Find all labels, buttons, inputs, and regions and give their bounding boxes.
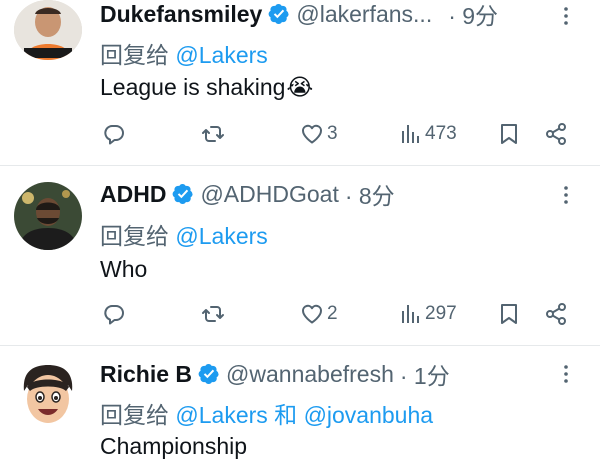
bookmark-icon (497, 122, 521, 146)
reply-context: 回复给 @Lakers 和 @jovanbuha (100, 396, 433, 430)
views-count: 297 (425, 303, 457, 324)
timestamp[interactable]: · 9分 (448, 0, 498, 31)
more-options-icon[interactable] (554, 362, 578, 386)
timestamp[interactable]: · 8分 (345, 177, 395, 211)
mention-joiner: 和 (274, 402, 298, 428)
tweet-text: Championship (100, 433, 247, 460)
reply-context: 回复给 @Lakers (100, 217, 268, 251)
like-count: 2 (327, 303, 338, 324)
like-icon (300, 122, 324, 146)
tweet-text-body: League is shaking (100, 74, 286, 100)
more-options-icon[interactable] (554, 4, 578, 28)
like-button[interactable]: 3 (300, 119, 338, 149)
views-count: 473 (425, 123, 457, 144)
more-options-icon[interactable] (554, 183, 578, 207)
avatar-image (14, 0, 82, 60)
reply-icon (102, 122, 126, 146)
tweet-text-body: Championship (100, 433, 248, 459)
reply-prefix: 回复给 (100, 402, 169, 428)
reply-icon (102, 302, 126, 326)
reply-prefix: 回复给 (100, 223, 169, 249)
share-button[interactable] (544, 299, 568, 329)
like-button[interactable]: 2 (300, 299, 338, 329)
avatar-image (14, 361, 82, 429)
tweet-item[interactable]: ADHD @ADHDGoat · 8分 回复给 @Lakers Who 2 29… (0, 166, 600, 346)
display-name[interactable]: Richie B (100, 361, 192, 388)
handle[interactable]: @ADHDGoat (200, 181, 338, 208)
action-bar: 3 473 (100, 119, 580, 149)
reply-context: 回复给 @Lakers (100, 36, 268, 70)
avatar[interactable] (14, 0, 82, 60)
mention-link[interactable]: @Lakers (175, 402, 267, 428)
reply-button[interactable] (102, 119, 126, 149)
mention-link[interactable]: @Lakers (175, 223, 267, 249)
retweet-button[interactable] (201, 299, 225, 329)
retweet-button[interactable] (201, 119, 225, 149)
views-button[interactable]: 297 (398, 299, 457, 329)
share-icon (544, 122, 568, 146)
mention-link[interactable]: @jovanbuha (304, 402, 434, 428)
verified-badge-icon (198, 363, 220, 385)
avatar-image (14, 182, 82, 250)
tweet-item[interactable]: Richie B @wannabefresh · 1分 回复给 @Lakers … (0, 346, 600, 471)
verified-badge-icon (268, 3, 290, 25)
retweet-icon (201, 122, 225, 146)
tweet-text-body: Who (100, 256, 148, 282)
views-icon (398, 122, 422, 146)
display-name[interactable]: Dukefansmiley (100, 1, 262, 28)
like-count: 3 (327, 123, 338, 144)
like-icon (300, 302, 324, 326)
bookmark-icon (497, 302, 521, 326)
action-bar: 2 297 (100, 299, 580, 329)
views-button[interactable]: 473 (398, 119, 457, 149)
share-icon (544, 302, 568, 326)
reply-button[interactable] (102, 299, 126, 329)
tweet-text: Who (100, 256, 147, 283)
tweet-item[interactable]: Dukefansmiley @lakerfans... · 9分 回复给 @La… (0, 0, 600, 166)
share-button[interactable] (544, 119, 568, 149)
avatar[interactable] (14, 182, 82, 250)
bookmark-button[interactable] (497, 119, 521, 149)
verified-badge-icon (172, 183, 194, 205)
tweet-text: League is shaking 😭 (100, 74, 313, 101)
handle[interactable]: @wannabefresh (226, 361, 394, 388)
views-icon (398, 302, 422, 326)
display-name[interactable]: ADHD (100, 181, 166, 208)
reply-prefix: 回复给 (100, 42, 169, 68)
handle[interactable]: @lakerfans... (296, 1, 432, 28)
timestamp[interactable]: · 1分 (400, 357, 450, 391)
retweet-icon (201, 302, 225, 326)
crying-emoji: 😭 (286, 74, 314, 100)
avatar[interactable] (14, 361, 82, 429)
mention-link[interactable]: @Lakers (175, 42, 267, 68)
bookmark-button[interactable] (497, 299, 521, 329)
